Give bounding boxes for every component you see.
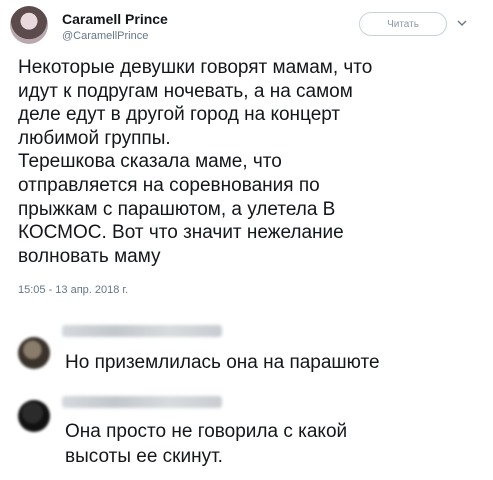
blurred-author-name: [62, 396, 222, 408]
chevron-down-icon[interactable]: [456, 18, 468, 28]
avatar[interactable]: [18, 400, 50, 432]
tweet-timestamp[interactable]: 15:05 - 13 апр. 2018 г.: [18, 284, 128, 296]
reply-text: Но приземлилась она на парашюте: [65, 352, 380, 373]
follow-button[interactable]: Читать: [359, 12, 447, 36]
reply-text: Она просто не говорила с какой высоты ее…: [65, 421, 348, 467]
tweet-text: Некоторые девушки говорят мамам, что иду…: [18, 57, 373, 267]
avatar[interactable]: [18, 337, 50, 369]
avatar[interactable]: [10, 6, 48, 44]
tweet-header: Caramell Prince @CaramellPrince Читать: [10, 6, 485, 46]
author-display-name[interactable]: Caramell Prince: [62, 11, 168, 27]
author-handle[interactable]: @CaramellPrince: [62, 30, 148, 42]
blurred-author-name: [62, 325, 222, 337]
